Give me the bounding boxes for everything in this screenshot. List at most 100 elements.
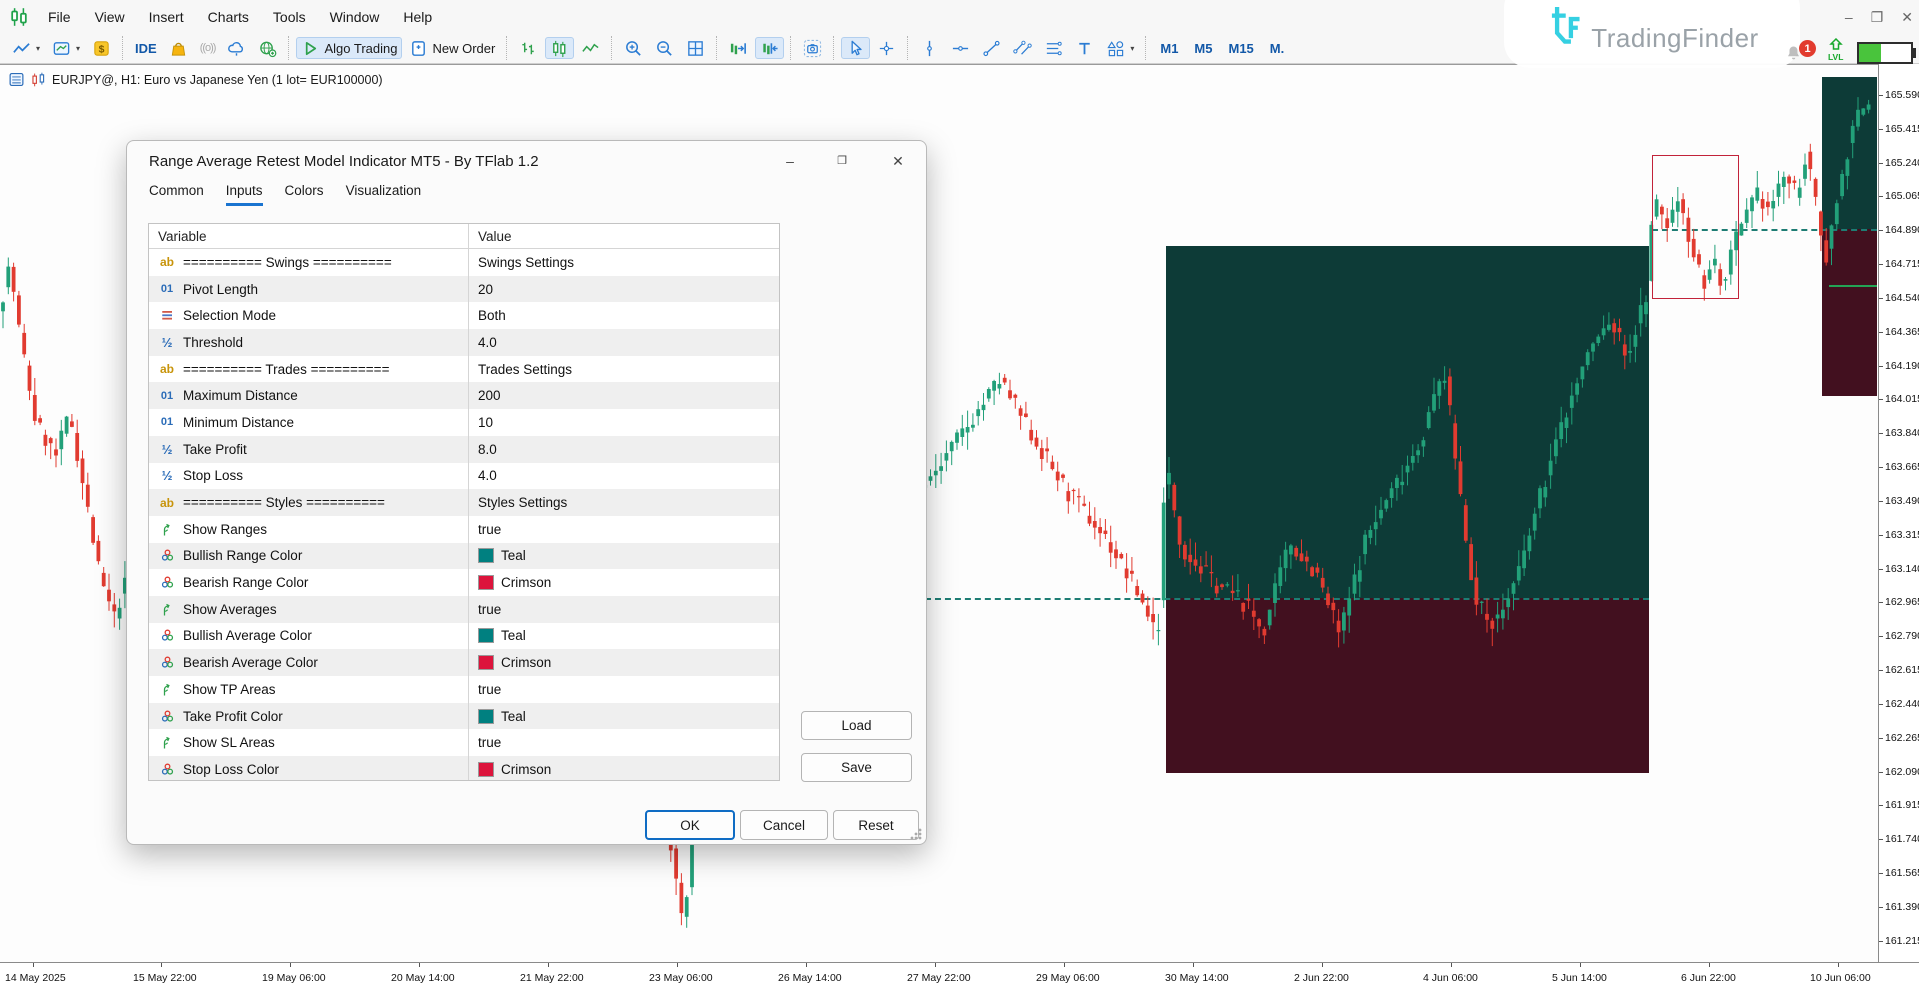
param-value[interactable]: 200 [478, 388, 501, 403]
tab-inputs[interactable]: Inputs [226, 183, 263, 206]
param-value[interactable]: true [478, 682, 501, 697]
window-minimize-button[interactable]: – [1845, 10, 1853, 24]
tile-windows-button[interactable] [681, 37, 710, 59]
shapes-button[interactable]: ▾ [1101, 37, 1139, 59]
market-bag-button[interactable] [164, 37, 193, 59]
table-row[interactable]: ab========== Styles ==========Styles Set… [149, 489, 779, 516]
chevron-down-icon[interactable]: ▾ [1130, 44, 1134, 53]
param-value[interactable]: 20 [478, 282, 493, 297]
param-value[interactable]: true [478, 602, 501, 617]
param-value[interactable]: Teal [501, 709, 526, 724]
price-axis[interactable]: 165.590165.415165.240165.065164.890164.7… [1878, 64, 1919, 962]
table-row[interactable]: 01Maximum Distance200 [149, 382, 779, 409]
param-value[interactable]: Crimson [501, 575, 551, 590]
cancel-button[interactable]: Cancel [740, 810, 828, 840]
reset-button[interactable]: Reset [833, 810, 919, 840]
zoom-out-button[interactable] [650, 37, 679, 59]
window-close-button[interactable]: ✕ [1901, 10, 1913, 24]
chart-type-line-button[interactable]: ▾ [7, 37, 45, 59]
web-terminal-button[interactable] [253, 37, 282, 59]
vertical-line-button[interactable] [915, 37, 944, 59]
new-order-button[interactable]: New Order [404, 37, 500, 59]
table-row[interactable]: Bearish Range ColorCrimson [149, 569, 779, 596]
shift-chart-end-button[interactable] [724, 37, 753, 59]
param-value[interactable]: Both [478, 308, 506, 323]
symbol-candle-icon[interactable] [30, 71, 47, 88]
cursor-arrow-button[interactable] [841, 37, 870, 59]
table-row[interactable]: Bearish Average ColorCrimson [149, 649, 779, 676]
timeframe-m1-button[interactable]: M1 [1153, 37, 1185, 59]
table-row[interactable]: Bullish Average ColorTeal [149, 623, 779, 650]
tab-common[interactable]: Common [149, 183, 204, 206]
table-row[interactable]: Show Averagestrue [149, 596, 779, 623]
param-value[interactable]: Teal [501, 628, 526, 643]
param-value[interactable]: Styles Settings [478, 495, 567, 510]
table-row[interactable]: Take Profit ColorTeal [149, 703, 779, 730]
vps-cloud-button[interactable] [222, 37, 251, 59]
table-row[interactable]: 01Pivot Length20 [149, 276, 779, 303]
zoom-in-button[interactable] [619, 37, 648, 59]
table-row[interactable]: Selection ModeBoth [149, 302, 779, 329]
candles-chart-button[interactable] [545, 37, 574, 59]
bars-chart-button[interactable] [514, 37, 543, 59]
param-value[interactable]: true [478, 735, 501, 750]
param-value[interactable]: Crimson [501, 762, 551, 777]
trendline-button[interactable] [977, 37, 1006, 59]
timeframe-m-button[interactable]: M. [1263, 37, 1291, 59]
table-row[interactable]: ½Threshold4.0 [149, 329, 779, 356]
dollar-button[interactable]: $ [87, 37, 116, 59]
shift-chart-left-button[interactable] [755, 37, 784, 59]
menu-view[interactable]: View [83, 5, 137, 29]
load-button[interactable]: Load [801, 711, 912, 740]
ide-button[interactable]: IDE [130, 37, 162, 59]
menu-charts[interactable]: Charts [196, 5, 261, 29]
chevron-down-icon[interactable]: ▾ [76, 44, 80, 53]
param-value[interactable]: 4.0 [478, 468, 497, 483]
symbol-list-icon[interactable] [8, 71, 25, 88]
param-value[interactable]: Crimson [501, 655, 551, 670]
menu-tools[interactable]: Tools [261, 5, 318, 29]
fibo-lines-button[interactable] [1039, 37, 1068, 59]
param-value[interactable]: Trades Settings [478, 362, 572, 377]
param-value[interactable]: true [478, 522, 501, 537]
param-value[interactable]: 4.0 [478, 335, 497, 350]
algo-play-button[interactable]: Algo Trading [296, 37, 402, 59]
table-row[interactable]: ab========== Swings ==========Swings Set… [149, 249, 779, 276]
dialog-restore-button[interactable]: ❐ [827, 149, 857, 173]
param-value[interactable]: Swings Settings [478, 255, 574, 270]
tab-visualization[interactable]: Visualization [346, 183, 422, 206]
param-value[interactable]: 10 [478, 415, 493, 430]
dialog-close-button[interactable]: ✕ [883, 149, 913, 173]
table-row[interactable]: Show SL Areastrue [149, 729, 779, 756]
table-row[interactable]: 01Minimum Distance10 [149, 409, 779, 436]
tab-colors[interactable]: Colors [285, 183, 324, 206]
menu-window[interactable]: Window [318, 5, 392, 29]
time-axis[interactable]: 14 May 202515 May 22:0019 May 06:0020 Ma… [0, 962, 1919, 996]
text-tool-button[interactable] [1070, 37, 1099, 59]
table-row[interactable]: Bullish Range ColorTeal [149, 543, 779, 570]
table-row[interactable]: ½Stop Loss4.0 [149, 463, 779, 490]
chevron-down-icon[interactable]: ▾ [36, 44, 40, 53]
equidistant-channel-button[interactable] [1008, 37, 1037, 59]
inputs-table[interactable]: Variable Valueab========== Swings ======… [148, 223, 780, 781]
crosshair-button[interactable] [872, 37, 901, 59]
indicator-window-button[interactable]: ▾ [47, 37, 85, 59]
timeframe-m5-button[interactable]: M5 [1187, 37, 1219, 59]
signals-button[interactable]: ((o)) [195, 37, 221, 59]
line-chart-button[interactable] [576, 37, 605, 59]
dialog-resize-grip[interactable] [910, 828, 922, 840]
menu-insert[interactable]: Insert [137, 5, 196, 29]
window-restore-button[interactable]: ❐ [1871, 10, 1884, 24]
table-row[interactable]: Stop Loss ColorCrimson [149, 756, 779, 781]
save-button[interactable]: Save [801, 753, 912, 782]
table-row[interactable]: ab========== Trades ==========Trades Set… [149, 356, 779, 383]
param-value[interactable]: Teal [501, 548, 526, 563]
menu-help[interactable]: Help [391, 5, 444, 29]
table-row[interactable]: Show Rangestrue [149, 516, 779, 543]
timeframe-m15-button[interactable]: M15 [1221, 37, 1260, 59]
param-value[interactable]: 8.0 [478, 442, 497, 457]
horizontal-line-button[interactable] [946, 37, 975, 59]
table-row[interactable]: ½Take Profit8.0 [149, 436, 779, 463]
ok-button[interactable]: OK [645, 810, 735, 840]
dialog-minimize-button[interactable]: – [775, 149, 805, 173]
